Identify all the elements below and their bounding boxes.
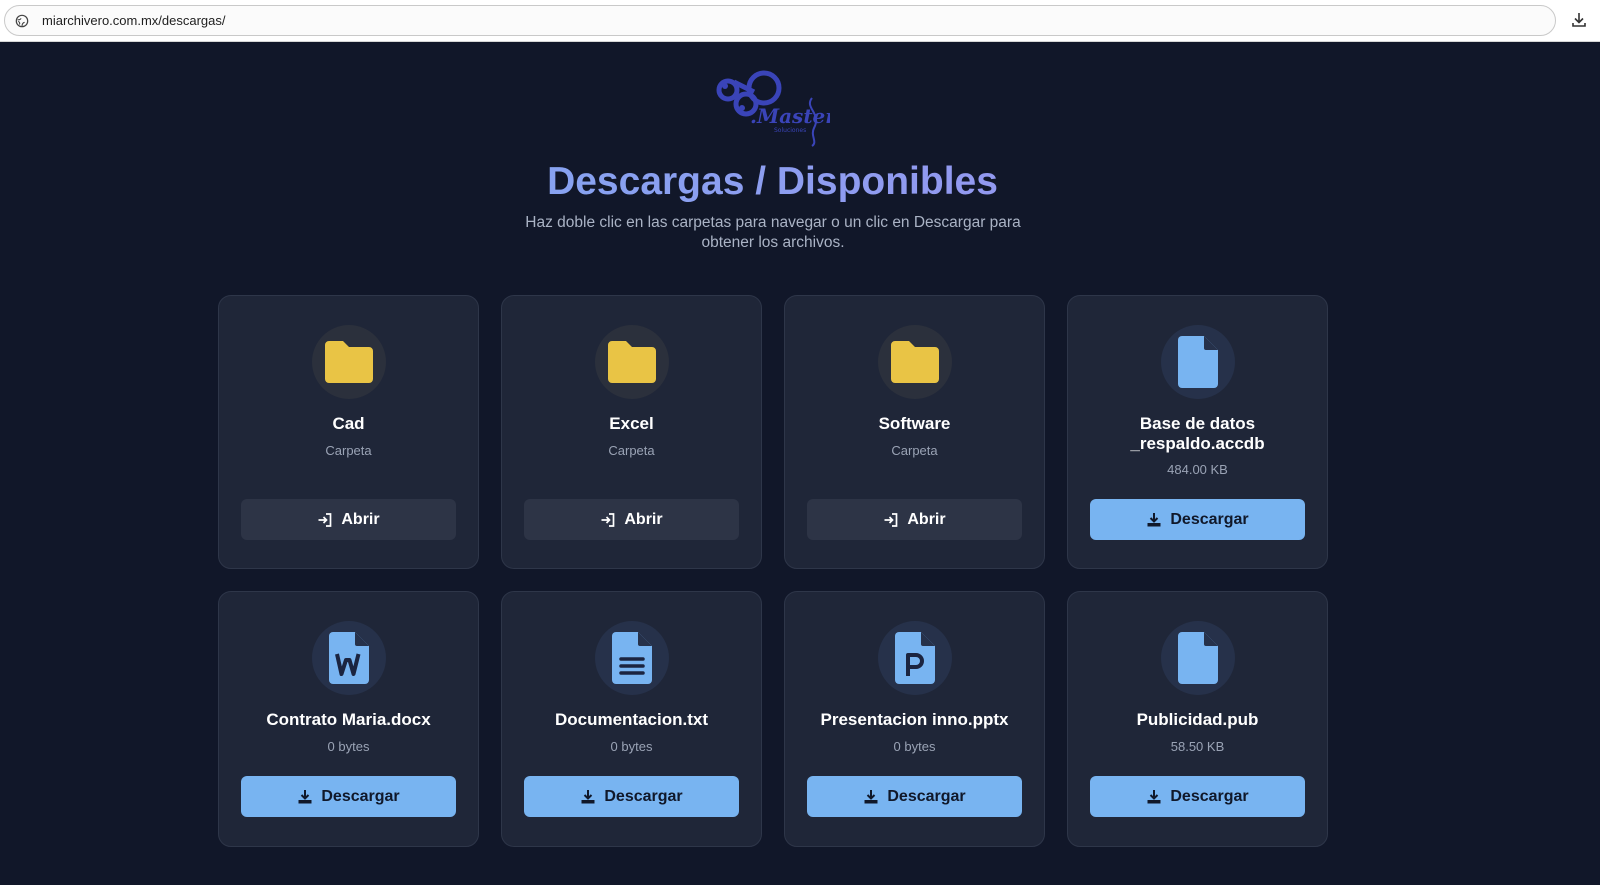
download-icon <box>1146 789 1162 805</box>
address-bar[interactable]: miarchivero.com.mx/descargas/ <box>4 5 1556 36</box>
download-icon <box>863 789 879 805</box>
download-button[interactable]: Descargar <box>524 776 739 817</box>
file-card-base-de-datos[interactable]: Base de datos _respaldo.accdb 484.00 KB … <box>1067 295 1328 569</box>
download-button-label: Descargar <box>1170 787 1249 805</box>
download-button[interactable]: Descargar <box>807 776 1022 817</box>
folder-icon <box>312 325 386 399</box>
file-icon <box>1161 325 1235 399</box>
item-name: Software <box>878 414 951 433</box>
url-text: miarchivero.com.mx/descargas/ <box>42 13 226 28</box>
file-card-presentacion-inno[interactable]: Presentacion inno.pptx 0 bytes Descargar <box>784 591 1045 847</box>
item-name: Documentacion.txt <box>554 710 709 729</box>
item-meta: Carpeta <box>325 443 372 458</box>
file-icon <box>1161 621 1235 695</box>
item-name: Presentacion inno.pptx <box>820 710 1009 729</box>
download-button[interactable]: Descargar <box>241 776 456 817</box>
download-button-label: Descargar <box>887 787 966 805</box>
download-icon <box>1146 512 1162 528</box>
browser-toolbar: miarchivero.com.mx/descargas/ <box>0 0 1600 42</box>
open-button-label: Abrir <box>341 510 380 528</box>
open-button[interactable]: Abrir <box>807 499 1022 540</box>
open-button-label: Abrir <box>907 510 946 528</box>
item-size: 58.50 KB <box>1170 739 1225 754</box>
download-button-label: Descargar <box>321 787 400 805</box>
item-size: 0 bytes <box>893 739 936 754</box>
download-icon <box>580 789 596 805</box>
browser-downloads-icon[interactable] <box>1570 11 1588 29</box>
sign-in-icon <box>600 512 616 528</box>
download-button-label: Descargar <box>1170 510 1249 528</box>
site-logo: .Master Soluciones <box>712 68 837 148</box>
word-file-icon <box>312 621 386 695</box>
download-icon <box>297 789 313 805</box>
file-card-publicidad[interactable]: Publicidad.pub 58.50 KB Descargar <box>1067 591 1328 847</box>
sign-in-icon <box>883 512 899 528</box>
download-button[interactable]: Descargar <box>1090 499 1305 540</box>
svg-text:Soluciones: Soluciones <box>774 127 806 134</box>
file-card-contrato-maria[interactable]: Contrato Maria.docx 0 bytes Descargar <box>218 591 479 847</box>
powerpoint-file-icon <box>878 621 952 695</box>
folder-card-excel[interactable]: Excel Carpeta Abrir <box>501 295 762 569</box>
item-size: 0 bytes <box>610 739 653 754</box>
open-button[interactable]: Abrir <box>524 499 739 540</box>
file-card-documentacion[interactable]: Documentacion.txt 0 bytes Descargar <box>501 591 762 847</box>
folder-icon <box>878 325 952 399</box>
files-grid: Cad Carpeta Abrir Excel Carpeta Abrir So… <box>218 295 1329 847</box>
folder-card-cad[interactable]: Cad Carpeta Abrir <box>218 295 479 569</box>
page-title: Descargas / Disponibles <box>0 160 1545 204</box>
sign-in-icon <box>317 512 333 528</box>
item-name: Excel <box>609 414 654 433</box>
open-button[interactable]: Abrir <box>241 499 456 540</box>
folder-card-software[interactable]: Software Carpeta Abrir <box>784 295 1045 569</box>
item-size: 484.00 KB <box>1167 462 1228 477</box>
site-info-icon[interactable] <box>15 14 29 28</box>
page-subtitle: Haz doble clic en las carpetas para nave… <box>525 214 1021 251</box>
item-meta: Carpeta <box>891 443 938 458</box>
download-button-label: Descargar <box>604 787 683 805</box>
item-name: Publicidad.pub <box>1136 710 1259 729</box>
text-file-icon <box>595 621 669 695</box>
svg-text:.Master: .Master <box>750 104 830 128</box>
folder-icon <box>595 325 669 399</box>
item-name: Contrato Maria.docx <box>266 710 431 729</box>
download-button[interactable]: Descargar <box>1090 776 1305 817</box>
item-name: Base de datos _respaldo.accdb <box>1130 414 1265 453</box>
item-meta: Carpeta <box>608 443 655 458</box>
open-button-label: Abrir <box>624 510 663 528</box>
item-name: Cad <box>332 414 365 433</box>
item-size: 0 bytes <box>327 739 370 754</box>
